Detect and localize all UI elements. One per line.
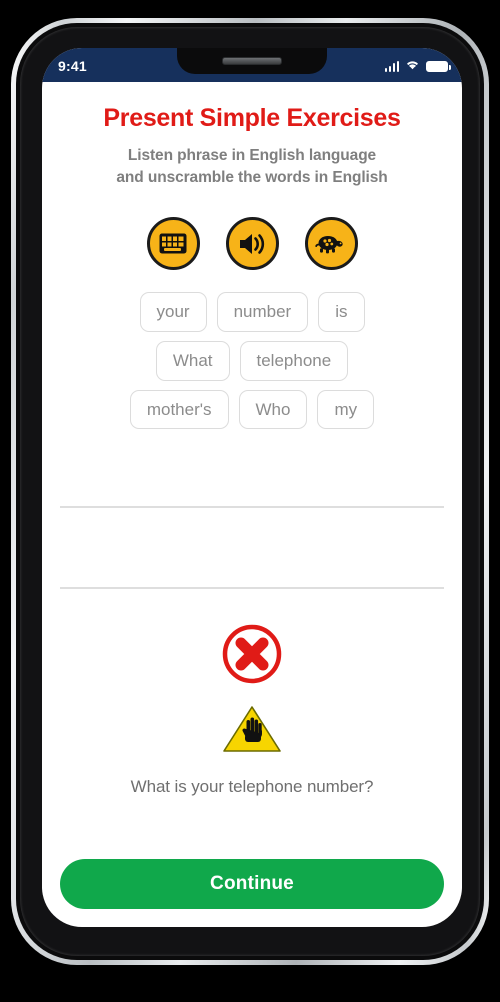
word-bank: your number is What telephone mother's W… [60,292,444,430]
word-tile[interactable]: my [317,389,375,430]
status-bar-indicators [384,55,451,75]
feedback-block: What is your telephone number? [60,623,444,797]
word-tile[interactable]: Who [238,389,308,430]
wifi-icon [405,57,420,75]
speaker-volume-icon [237,231,267,257]
answer-area [60,465,444,590]
status-bar-time: 9:41 [58,58,87,74]
answer-line-1[interactable] [60,465,444,509]
exercise-content: Present Simple Exercises Listen phrase i… [42,82,462,927]
turtle-icon [315,232,347,256]
word-tile[interactable]: telephone [239,340,349,381]
word-tile[interactable]: What [155,340,230,381]
phone-outer-frame: 9:41 Present Simple Exercises Listen phr… [11,18,489,965]
word-tile[interactable]: your [139,292,207,332]
page-subtitle-line-2: and unscramble the words in English [116,168,388,186]
keyboard-icon [159,233,187,254]
play-slow-button[interactable] [304,217,358,271]
correct-answer-text: What is your telephone number? [130,777,374,797]
word-bank-row: What telephone [155,340,349,381]
answer-line-2[interactable] [60,546,444,590]
warning-triangle-hand-icon [221,703,283,755]
word-tile[interactable]: number [216,292,309,332]
cellular-signal-icon [384,60,399,72]
page-subtitle: Listen phrase in English language and un… [60,145,444,190]
cross-mark-icon [221,623,283,685]
continue-button[interactable]: Continue [60,859,444,909]
word-tile[interactable]: is [318,292,365,332]
phone-screen: 9:41 Present Simple Exercises Listen phr… [42,48,462,927]
play-audio-button[interactable] [225,217,279,271]
keyboard-button[interactable] [146,217,200,271]
page-title: Present Simple Exercises [103,104,401,132]
battery-full-icon [426,60,451,72]
phone-bezel: 9:41 Present Simple Exercises Listen phr… [20,27,480,956]
phone-mid-frame: 9:41 Present Simple Exercises Listen phr… [16,23,484,960]
audio-controls [60,217,444,271]
screenshot-stage: 9:41 Present Simple Exercises Listen phr… [0,0,500,1002]
word-tile[interactable]: mother's [129,389,229,430]
footer: Continue [60,859,444,927]
earpiece-speaker-grille-icon [222,57,282,65]
phone-notch [177,48,327,74]
page-subtitle-line-1: Listen phrase in English language [127,146,377,164]
word-bank-row: mother's Who my [129,389,375,430]
word-bank-row: your number is [139,292,365,332]
